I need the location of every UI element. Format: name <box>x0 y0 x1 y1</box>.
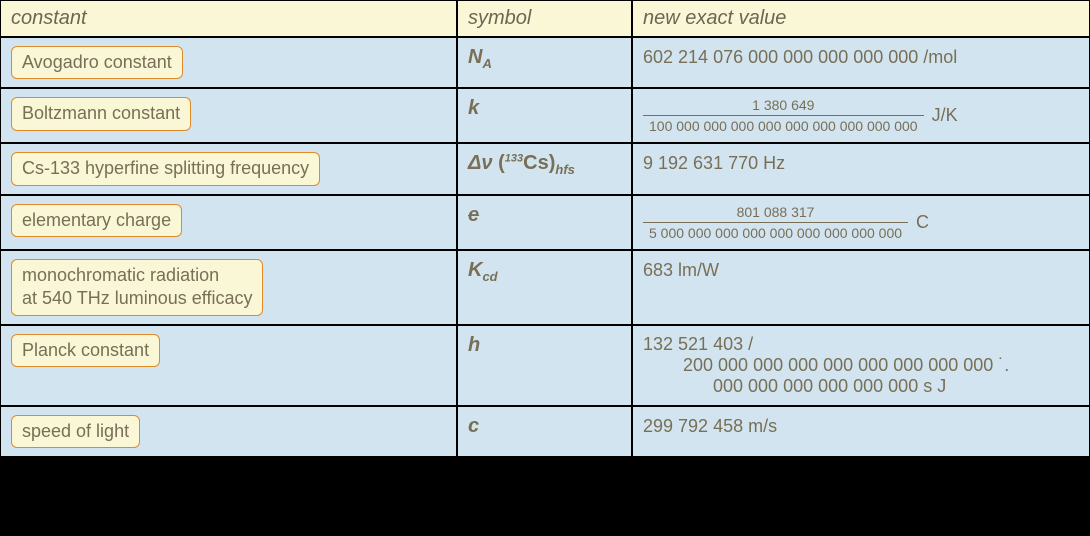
constant-pill: Planck constant <box>11 334 160 367</box>
table-row-constant: Boltzmann constant <box>0 88 457 143</box>
symbol-charge: e <box>468 204 479 227</box>
value-light: 299 792 458 m/s <box>643 415 777 438</box>
table-row-constant: speed of light <box>0 406 457 457</box>
fraction: 1 380 649 100 000 000 000 000 000 000 00… <box>643 97 924 134</box>
symbol-cs133: Δν (133Cs)hfs <box>468 152 575 177</box>
table-row-symbol: Δν (133Cs)hfs <box>457 143 632 194</box>
table-row-symbol: h <box>457 325 632 406</box>
table-row-constant: elementary charge <box>0 195 457 250</box>
table-row-value: 299 792 458 m/s <box>632 406 1090 457</box>
symbol-planck: h <box>468 334 480 357</box>
table-row-value: 132 521 403 / 200 000 000 000 000 000 00… <box>632 325 1090 406</box>
unit: C <box>916 212 929 233</box>
table-row-symbol: k <box>457 88 632 143</box>
symbol-boltzmann: k <box>468 97 479 120</box>
symbol-light: c <box>468 415 479 438</box>
table-row-symbol: Kcd <box>457 250 632 325</box>
table-row-value: 683 lm/W <box>632 250 1090 325</box>
constant-pill: speed of light <box>11 415 140 448</box>
table-row-value: 9 192 631 770 Hz <box>632 143 1090 194</box>
value-cs133: 9 192 631 770 Hz <box>643 152 785 175</box>
value-planck: 132 521 403 / 200 000 000 000 000 000 00… <box>643 334 1009 397</box>
table-row-constant: Avogadro constant <box>0 37 457 88</box>
header-value: new exact value <box>632 0 1090 37</box>
table-row-value: 1 380 649 100 000 000 000 000 000 000 00… <box>632 88 1090 143</box>
unit: J/K <box>932 105 958 126</box>
constant-pill: Cs-133 hyperfine splitting frequency <box>11 152 320 185</box>
header-constant: constant <box>0 0 457 37</box>
fraction: 801 088 317 5 000 000 000 000 000 000 00… <box>643 204 908 241</box>
table-row-value: 801 088 317 5 000 000 000 000 000 000 00… <box>632 195 1090 250</box>
table-row-constant: Planck constant <box>0 325 457 406</box>
table-row-symbol: e <box>457 195 632 250</box>
header-symbol: symbol <box>457 0 632 37</box>
symbol-avogadro: NA <box>468 46 492 71</box>
constant-pill: Boltzmann constant <box>11 97 191 130</box>
constants-table: constant symbol new exact value Avogadro… <box>0 0 1090 457</box>
table-row-value: 602 214 076 000 000 000 000 000 /mol <box>632 37 1090 88</box>
symbol-kcd: Kcd <box>468 259 498 284</box>
table-row-constant: monochromatic radiation at 540 THz lumin… <box>0 250 457 325</box>
constant-pill: Avogadro constant <box>11 46 183 79</box>
constant-pill: elementary charge <box>11 204 182 237</box>
value-avogadro: 602 214 076 000 000 000 000 000 /mol <box>643 46 957 69</box>
value-kcd: 683 lm/W <box>643 259 719 282</box>
constant-pill: monochromatic radiation at 540 THz lumin… <box>11 259 263 316</box>
table-row-symbol: c <box>457 406 632 457</box>
table-row-constant: Cs-133 hyperfine splitting frequency <box>0 143 457 194</box>
table-row-symbol: NA <box>457 37 632 88</box>
